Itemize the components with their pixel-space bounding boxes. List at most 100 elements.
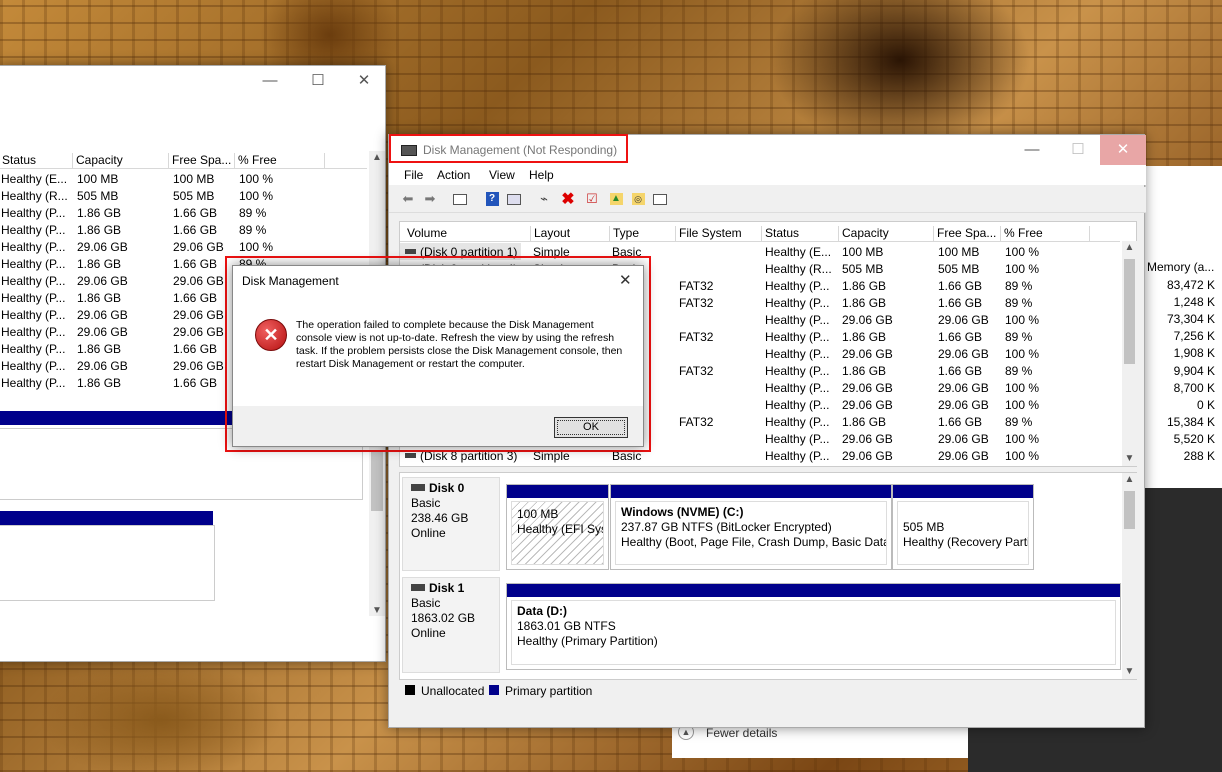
properties-icon[interactable] [505, 191, 523, 207]
scroll-thumb[interactable] [1124, 259, 1135, 364]
scroll-down-icon[interactable]: ▼ [1122, 665, 1137, 679]
disk1-label[interactable]: Disk 1 Basic 1863.02 GB Online [402, 577, 500, 673]
table-row[interactable]: (Disk 0 partition 1) Simple Basic Healthy (… [400, 243, 1039, 260]
title-bar: Disk Management (Not Responding) — ☐ ✕ [389, 135, 1146, 165]
table-cell: Basic [612, 245, 642, 259]
scroll-up-icon[interactable]: ▲ [369, 151, 385, 165]
scroll-up-icon[interactable]: ▲ [1122, 241, 1137, 255]
col-header[interactable]: Free Spa... [169, 153, 235, 169]
table-cell: 1.86 GB [77, 257, 122, 271]
menu-view[interactable]: View [489, 168, 515, 182]
minimize-icon[interactable]: — [247, 66, 293, 96]
scroll-thumb[interactable] [1124, 491, 1135, 529]
partition-bar [507, 584, 1120, 597]
table-cell: 29.06 GB [173, 308, 224, 322]
table-cell: 100 % [1005, 262, 1040, 276]
up-folder-icon[interactable]: ▲ [607, 191, 625, 207]
table-cell: Healthy (P... [1, 257, 66, 271]
close-icon[interactable]: ✕ [341, 66, 387, 96]
connect-drive-icon[interactable]: ⌁ [535, 191, 553, 207]
table-cell: Healthy (P... [1, 359, 66, 373]
partition-bar [611, 485, 891, 498]
table-cell: 100 % [1005, 347, 1040, 361]
col-header[interactable]: Volume [404, 226, 531, 242]
col-header[interactable]: Layout [531, 226, 610, 242]
volume-scrollbar[interactable]: ▲ ▼ [1122, 241, 1137, 466]
col-header[interactable]: Capacity [73, 153, 169, 169]
table-cell: 89 % [1005, 296, 1033, 310]
data-partition[interactable]: Data (D:) 1863.01 GB NTFS Healthy (Prima… [506, 583, 1121, 670]
table-cell: 29.06 GB [77, 359, 128, 373]
recovery-partition[interactable]: 505 MB Healthy (Recovery Partit [892, 484, 1034, 570]
efi-partition[interactable]: 100 MB Healthy (EFI Syste [506, 484, 609, 570]
scroll-down-icon[interactable]: ▼ [369, 604, 385, 618]
list-view-icon[interactable] [651, 191, 669, 207]
help-icon[interactable]: ? [483, 191, 501, 207]
table-cell: 29.06 GB [173, 325, 224, 339]
table-row[interactable]: (Disk 8 partition 3) Simple Basic Healthy (… [400, 447, 1120, 464]
col-header[interactable]: Free Spa... [934, 226, 1001, 242]
col-header[interactable]: File System [676, 226, 762, 242]
menu-action[interactable]: Action [437, 168, 470, 182]
table-row[interactable]: Healthy (P... 29.06 GB 29.06 GB 100 % [0, 238, 367, 255]
table-cell: Healthy (P... [765, 381, 830, 395]
table-cell: FAT32 [679, 364, 714, 378]
table-row[interactable]: Healthy (R... 505 MB 505 MB 100 % [0, 187, 367, 204]
table-cell: 29.06 GB [173, 240, 224, 254]
delete-icon[interactable]: ✖ [559, 191, 577, 208]
check-icon[interactable]: ☑ [583, 191, 601, 207]
scroll-up-icon[interactable]: ▲ [1122, 473, 1137, 487]
disk1-name: Disk 1 [429, 581, 465, 595]
table-row[interactable]: Healthy (E... 100 MB 100 MB 100 % [0, 170, 367, 187]
back-icon[interactable]: ⬅ [399, 191, 417, 207]
disk0-size: 238.46 GB [411, 511, 469, 525]
table-cell: 1.66 GB [938, 330, 983, 344]
table-cell: Healthy (P... [1, 342, 66, 356]
col-header[interactable]: Status [0, 153, 73, 169]
table-cell: 1.86 GB [77, 342, 122, 356]
error-dialog: Disk Management ✕ ✕ The operation failed… [232, 265, 644, 447]
table-cell: 1.66 GB [938, 364, 983, 378]
scroll-thumb[interactable] [371, 451, 383, 511]
forward-icon[interactable]: ➡ [421, 191, 439, 207]
windows-size: 237.87 GB NTFS (BitLocker Encrypted) [621, 520, 832, 534]
memory-value: 5,520 K [1173, 431, 1215, 446]
close-icon[interactable]: ✕ [619, 271, 632, 289]
primary-label: Primary partition [505, 684, 593, 698]
table-cell: FAT32 [679, 296, 714, 310]
col-header[interactable]: Status [762, 226, 839, 242]
disk1-type: Basic [411, 596, 441, 610]
table-row[interactable]: Healthy (P... 1.86 GB 1.66 GB 89 % [0, 221, 367, 238]
col-header[interactable]: Capacity [839, 226, 934, 242]
menu-help[interactable]: Help [529, 168, 554, 182]
col-header[interactable]: Type [610, 226, 676, 242]
left-disk-bar-2 [0, 511, 213, 525]
memory-column-header[interactable]: Memory (a... [1147, 260, 1214, 274]
scroll-down-icon[interactable]: ▼ [1122, 452, 1137, 466]
table-cell: 29.06 GB [938, 432, 989, 446]
close-icon[interactable]: ✕ [1100, 135, 1146, 165]
minimize-icon[interactable]: — [1009, 135, 1055, 165]
fewer-details-link[interactable]: Fewer details [706, 726, 777, 740]
table-cell: Healthy (P... [765, 398, 830, 412]
table-cell: 29.06 GB [938, 313, 989, 327]
table-cell: 29.06 GB [77, 274, 128, 288]
menu-file[interactable]: File [404, 168, 423, 182]
table-cell: Healthy (R... [765, 262, 832, 276]
maximize-icon[interactable]: ☐ [1055, 135, 1101, 165]
unallocated-swatch [405, 685, 415, 695]
table-cell: 100 % [1005, 381, 1040, 395]
window-title: Disk Management (Not Responding) [423, 143, 618, 157]
maximize-icon[interactable]: ☐ [295, 66, 341, 96]
search-folder-icon[interactable]: ◎ [629, 191, 647, 207]
col-header[interactable]: % Free [235, 153, 325, 169]
table-row[interactable]: Healthy (P... 1.86 GB 1.66 GB 89 % [0, 204, 367, 221]
windows-partition[interactable]: Windows (NVME) (C:) 237.87 GB NTFS (BitL… [610, 484, 892, 570]
table-cell: 89 % [1005, 330, 1033, 344]
disk0-label[interactable]: Disk 0 Basic 238.46 GB Online [402, 477, 500, 571]
disk0-type: Basic [411, 496, 441, 510]
show-hide-tree-icon[interactable] [451, 191, 469, 207]
col-header[interactable]: % Free [1001, 226, 1090, 242]
disk-view-scrollbar[interactable]: ▲ ▼ [1122, 473, 1137, 679]
ok-button[interactable]: OK [554, 417, 628, 438]
